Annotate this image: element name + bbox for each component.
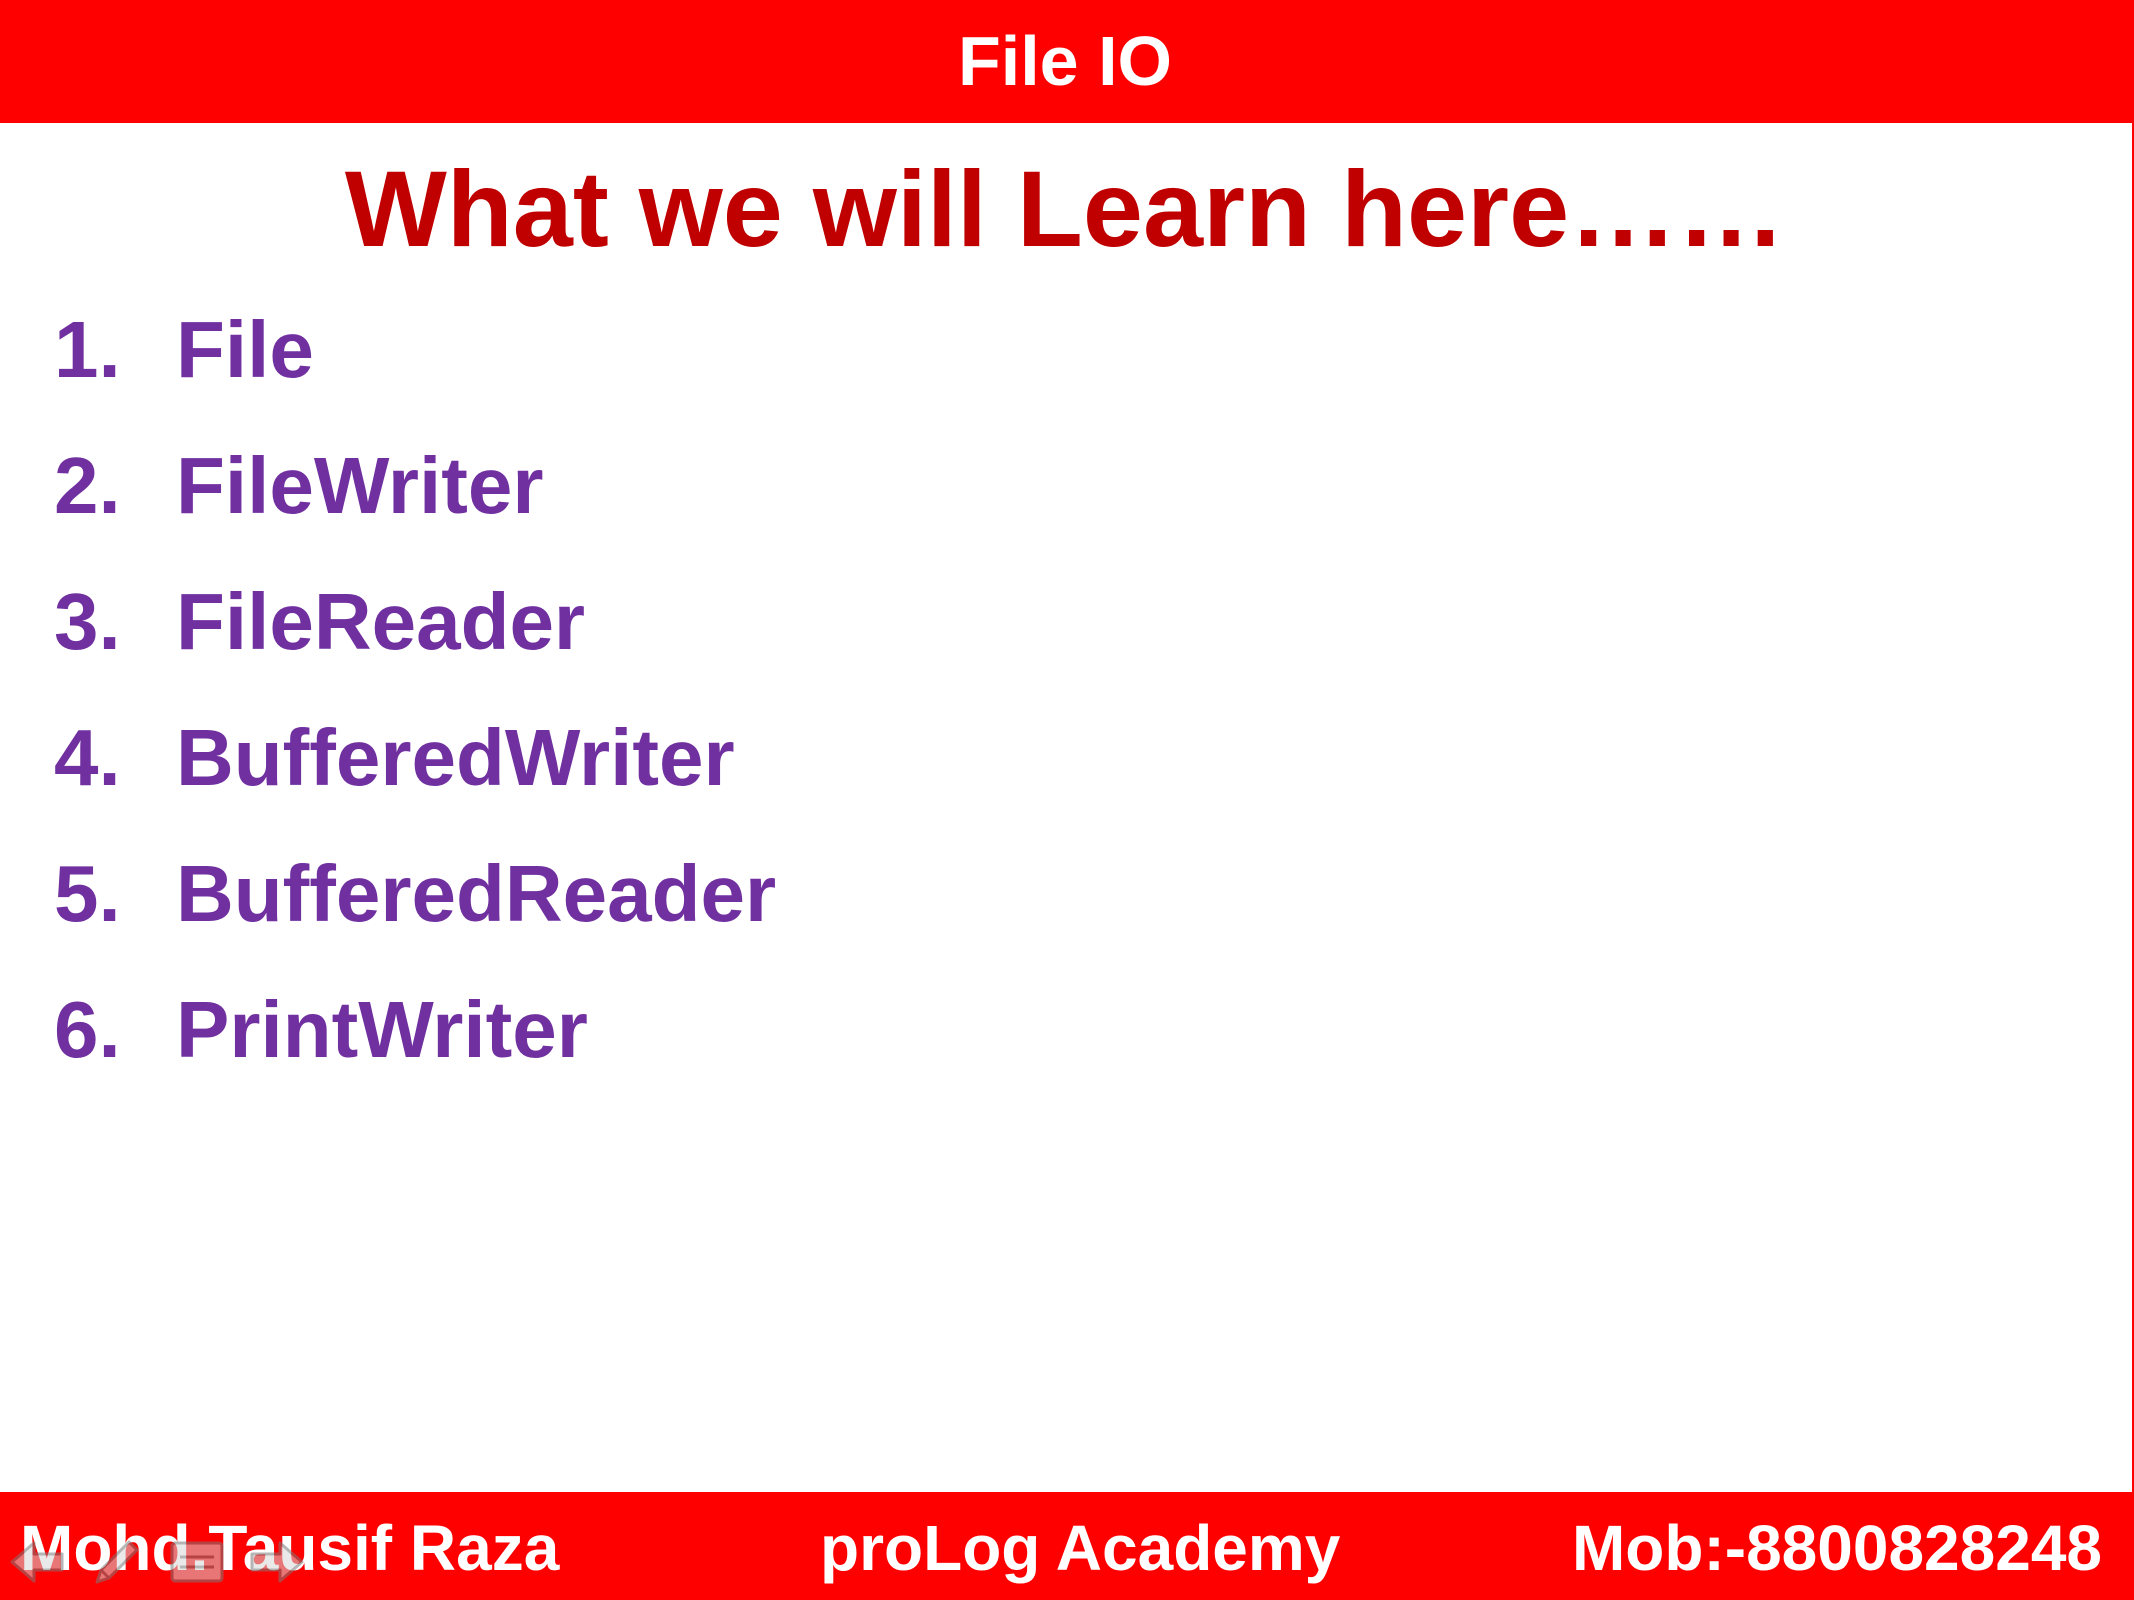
topic-label: FileWriter	[176, 441, 544, 530]
topic-label: FileReader	[176, 577, 586, 666]
slide-menu-icon[interactable]	[166, 1533, 228, 1591]
footer-phone: Mob:-8800828248	[1571, 1512, 2102, 1584]
footer-academy: proLog Academy	[820, 1512, 1341, 1584]
topic-number: 5.	[54, 849, 121, 938]
header-title: File IO	[958, 21, 1172, 100]
topic-item: 2. FileWriter	[54, 446, 776, 582]
slideshow-controls	[6, 1532, 308, 1592]
topic-item: 6. PrintWriter	[54, 990, 776, 1126]
previous-arrow-icon[interactable]	[6, 1533, 68, 1591]
topic-item: 4. BufferedWriter	[54, 718, 776, 854]
topic-label: BufferedReader	[176, 849, 777, 938]
topic-list: 1. File 2. FileWriter 3. FileReader 4. B…	[54, 310, 776, 1126]
topic-label: BufferedWriter	[176, 713, 735, 802]
topic-item: 1. File	[54, 310, 776, 446]
topic-item: 3. FileReader	[54, 582, 776, 718]
header-bar: File IO	[0, 0, 2134, 123]
topic-label: File	[176, 305, 314, 394]
pen-icon[interactable]	[86, 1533, 148, 1591]
topic-number: 2.	[54, 441, 121, 530]
next-arrow-icon[interactable]	[246, 1533, 308, 1591]
topic-label: PrintWriter	[176, 985, 588, 1074]
topic-number: 3.	[54, 577, 121, 666]
topic-item: 5. BufferedReader	[54, 854, 776, 990]
slide: File IO What we will Learn here…… 1. Fil…	[0, 0, 2134, 1600]
topic-number: 6.	[54, 985, 121, 1074]
topic-number: 1.	[54, 305, 121, 394]
topic-number: 4.	[54, 713, 121, 802]
slide-heading: What we will Learn here……	[344, 148, 1786, 269]
